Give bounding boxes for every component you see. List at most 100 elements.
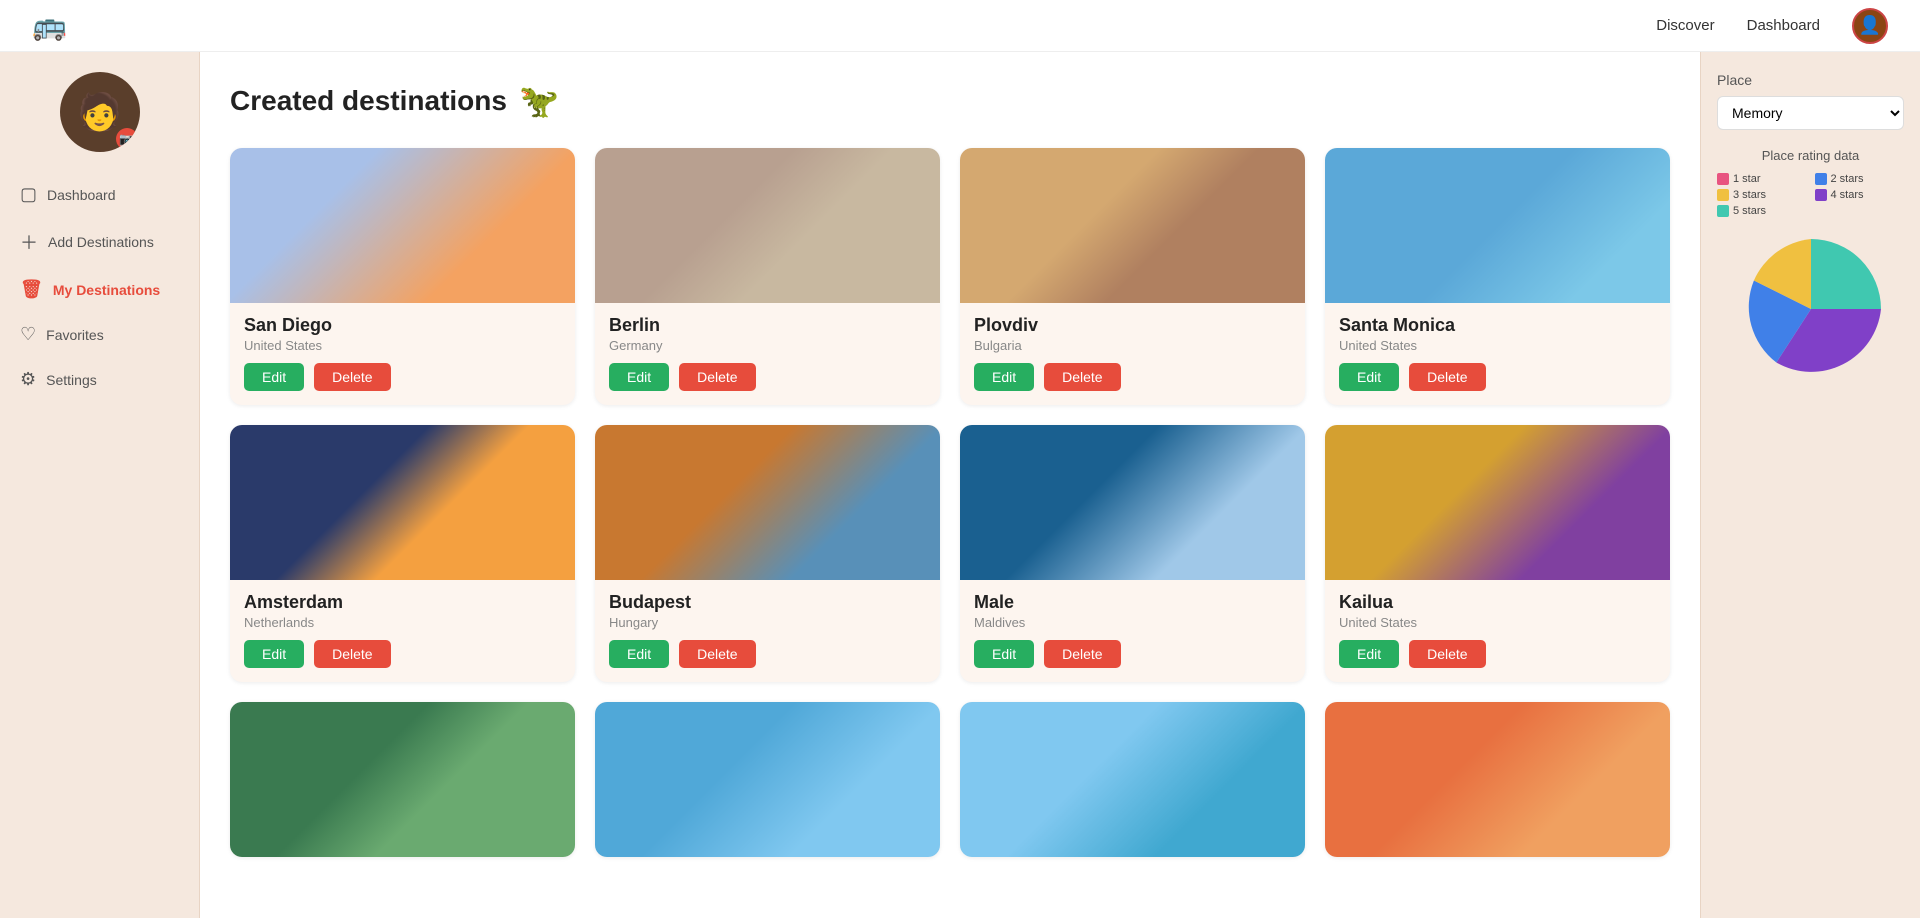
destination-name-berlin: Berlin [609,315,926,336]
destination-country-san-diego: United States [244,338,561,353]
destination-card-body-plovdiv: Plovdiv Bulgaria Edit Delete [960,303,1305,405]
destination-actions-budapest: Edit Delete [609,640,926,668]
sidebar-item-settings[interactable]: ⚙ Settings [0,357,199,402]
legend-label: 4 stars [1831,189,1864,201]
legend-label: 1 star [1733,173,1761,185]
avatar-upload-badge: 📷 [116,128,138,150]
delete-button-plovdiv[interactable]: Delete [1044,363,1120,391]
edit-button-berlin[interactable]: Edit [609,363,669,391]
add-icon: ＋ [20,229,38,255]
destination-name-plovdiv: Plovdiv [974,315,1291,336]
destination-card-budapest: Budapest Hungary Edit Delete [595,425,940,682]
legend-item: 1 star [1717,173,1807,185]
nav-discover[interactable]: Discover [1656,17,1714,34]
nav-dashboard[interactable]: Dashboard [1747,17,1820,34]
destination-name-budapest: Budapest [609,592,926,613]
legend-dot [1815,189,1827,201]
destination-card [960,702,1305,857]
destination-image-san-diego [230,148,575,303]
destination-card-body-budapest: Budapest Hungary Edit Delete [595,580,940,682]
destination-card-plovdiv: Plovdiv Bulgaria Edit Delete [960,148,1305,405]
edit-button-amsterdam[interactable]: Edit [244,640,304,668]
destination-card-body-san-diego: San Diego United States Edit Delete [230,303,575,405]
chart-legend: 1 star 2 stars 3 stars 4 stars 5 stars [1717,173,1904,217]
destination-image-male [960,425,1305,580]
legend-item: 4 stars [1815,189,1905,201]
edit-button-male[interactable]: Edit [974,640,1034,668]
destination-card [230,702,575,857]
delete-button-male[interactable]: Delete [1044,640,1120,668]
delete-button-amsterdam[interactable]: Delete [314,640,390,668]
edit-button-plovdiv[interactable]: Edit [974,363,1034,391]
destination-card-body-berlin: Berlin Germany Edit Delete [595,303,940,405]
page-title: Created destinations [230,85,507,117]
edit-button-san-diego[interactable]: Edit [244,363,304,391]
dino-icon: 🦖 [519,82,559,120]
legend-label: 2 stars [1831,173,1864,185]
legend-label: 3 stars [1733,189,1766,201]
destination-name-kailua: Kailua [1339,592,1656,613]
destination-card-san-diego: San Diego United States Edit Delete [230,148,575,405]
sidebar: 🧑 📷 ▢ Dashboard ＋ Add Destinations 🗑 My … [0,52,200,918]
destination-image [595,702,940,857]
destination-actions-santa-monica: Edit Delete [1339,363,1656,391]
sidebar-item-my-destinations[interactable]: 🗑 My Destinations [0,267,199,312]
page-header: Created destinations 🦖 [230,82,1670,120]
destination-image-amsterdam [230,425,575,580]
destination-image-budapest [595,425,940,580]
heart-icon: ♡ [20,324,36,345]
place-label: Place [1717,72,1904,88]
destination-card-berlin: Berlin Germany Edit Delete [595,148,940,405]
destination-card [595,702,940,857]
destination-country-amsterdam: Netherlands [244,615,561,630]
legend-item: 5 stars [1717,205,1807,217]
destination-name-male: Male [974,592,1291,613]
destination-card-body-kailua: Kailua United States Edit Delete [1325,580,1670,682]
destination-image [230,702,575,857]
pie-segment-5stars [1811,239,1881,309]
destination-card-body-santa-monica: Santa Monica United States Edit Delete [1325,303,1670,405]
dashboard-icon: ▢ [20,184,37,205]
user-avatar[interactable]: 👤 [1852,8,1888,44]
destination-actions-kailua: Edit Delete [1339,640,1656,668]
chart-title: Place rating data [1717,148,1904,163]
delete-button-budapest[interactable]: Delete [679,640,755,668]
destination-card-body-amsterdam: Amsterdam Netherlands Edit Delete [230,580,575,682]
destination-name-san-diego: San Diego [244,315,561,336]
delete-button-berlin[interactable]: Delete [679,363,755,391]
logo: 🚌 [32,9,67,42]
destination-actions-berlin: Edit Delete [609,363,926,391]
destination-actions-male: Edit Delete [974,640,1291,668]
destinations-grid: San Diego United States Edit Delete Berl… [230,148,1670,857]
destination-image-santa-monica [1325,148,1670,303]
destination-card-kailua: Kailua United States Edit Delete [1325,425,1670,682]
destination-country-male: Maldives [974,615,1291,630]
main-content: Created destinations 🦖 San Diego United … [200,52,1700,918]
right-panel: Place Memory Place rating data 1 star 2 … [1700,52,1920,918]
edit-button-budapest[interactable]: Edit [609,640,669,668]
destination-card-santa-monica: Santa Monica United States Edit Delete [1325,148,1670,405]
sidebar-item-favorites[interactable]: ♡ Favorites [0,312,199,357]
destination-image-kailua [1325,425,1670,580]
destination-card-body-male: Male Maldives Edit Delete [960,580,1305,682]
delete-button-san-diego[interactable]: Delete [314,363,390,391]
destination-actions-san-diego: Edit Delete [244,363,561,391]
sidebar-avatar[interactable]: 🧑 📷 [60,72,140,152]
sidebar-item-dashboard[interactable]: ▢ Dashboard [0,172,199,217]
edit-button-santa-monica[interactable]: Edit [1339,363,1399,391]
delete-button-santa-monica[interactable]: Delete [1409,363,1485,391]
legend-dot [1717,205,1729,217]
destination-name-santa-monica: Santa Monica [1339,315,1656,336]
edit-button-kailua[interactable]: Edit [1339,640,1399,668]
legend-item: 2 stars [1815,173,1905,185]
topnav-links: Discover Dashboard 👤 [1656,8,1888,44]
legend-dot [1717,173,1729,185]
destination-image [1325,702,1670,857]
place-select[interactable]: Memory [1717,96,1904,130]
pie-chart-container [1717,229,1904,389]
legend-dot [1815,173,1827,185]
delete-button-kailua[interactable]: Delete [1409,640,1485,668]
destination-card-male: Male Maldives Edit Delete [960,425,1305,682]
sidebar-item-add-destinations[interactable]: ＋ Add Destinations [0,217,199,267]
destination-country-plovdiv: Bulgaria [974,338,1291,353]
